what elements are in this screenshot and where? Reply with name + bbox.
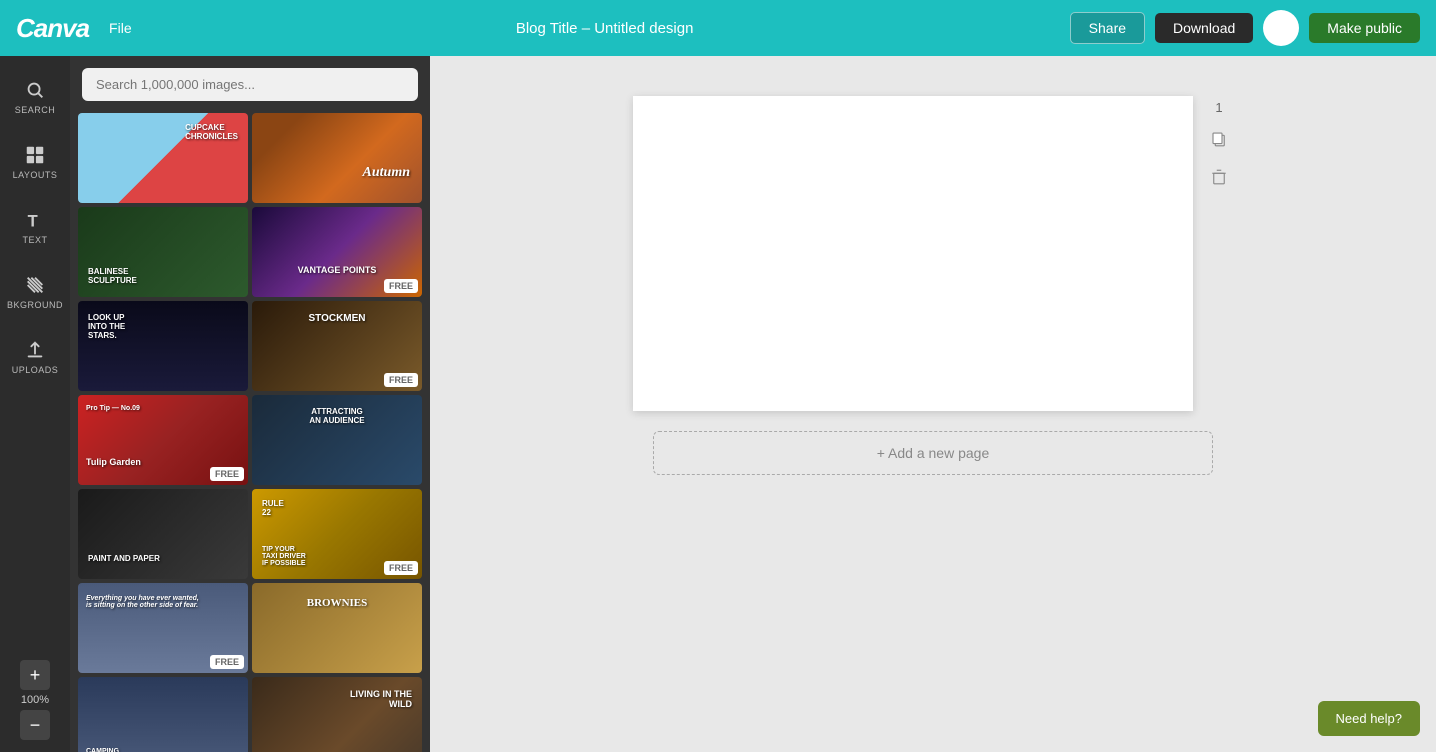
zoom-minus-button[interactable]: − xyxy=(20,710,50,740)
template-thumb[interactable]: Autumn xyxy=(252,113,422,203)
page-number: 1 xyxy=(1215,100,1222,115)
canvas-area: 1 + Add a new page xyxy=(430,56,1436,752)
search-bar xyxy=(70,56,430,109)
canva-logo[interactable]: Canva xyxy=(16,13,89,44)
need-help-button[interactable]: Need help? xyxy=(1318,701,1421,736)
template-thumb[interactable]: ATTRACTINGAN AUDIENCE xyxy=(252,395,422,485)
sidebar-item-uploads[interactable]: UPLOADS xyxy=(0,324,70,389)
header: Canva File Blog Title – Untitled design … xyxy=(0,0,1436,56)
make-public-button[interactable]: Make public xyxy=(1309,13,1420,43)
design-title: Blog Title – Untitled design xyxy=(516,20,694,37)
sidebar-search-label: SEARCH xyxy=(15,105,56,115)
sidebar-item-search[interactable]: SEARCH xyxy=(0,64,70,129)
search-input[interactable] xyxy=(82,68,418,101)
free-badge: FREE xyxy=(384,279,418,293)
template-panel: CUPCAKECHRONICLES Autumn BALINESESCULPTU… xyxy=(70,56,430,752)
template-thumb[interactable]: RULE22 TIP YOURTAXI DRIVERIF POSSIBLE FR… xyxy=(252,489,422,579)
free-badge: FREE xyxy=(384,561,418,575)
sidebar-uploads-label: UPLOADS xyxy=(12,365,59,375)
delete-page-button[interactable] xyxy=(1205,163,1233,191)
template-thumb[interactable]: BALINESESCULPTURE xyxy=(78,207,248,297)
free-badge: FREE xyxy=(384,373,418,387)
header-right: Share Download Make public xyxy=(1070,10,1420,46)
template-thumb[interactable]: BROWNIES xyxy=(252,583,422,673)
sidebar-bottom: + 100% − xyxy=(20,660,50,752)
canvas-right-tools: 1 xyxy=(1205,96,1233,191)
template-thumb[interactable]: Everything you have ever wanted,is sitti… xyxy=(78,583,248,673)
sidebar-item-layouts[interactable]: LAYOUTS xyxy=(0,129,70,194)
sidebar-background-label: BKGROUND xyxy=(7,300,63,310)
avatar[interactable] xyxy=(1263,10,1299,46)
sidebar-icons: SEARCH LAYOUTS T TEXT BKGROUND UPLOADS + xyxy=(0,56,70,752)
sidebar-item-background[interactable]: BKGROUND xyxy=(0,259,70,324)
template-thumb[interactable]: CUPCAKECHRONICLES xyxy=(78,113,248,203)
download-button[interactable]: Download xyxy=(1155,13,1253,43)
canvas-page[interactable] xyxy=(633,96,1193,411)
file-menu[interactable]: File xyxy=(101,16,140,40)
header-center: Blog Title – Untitled design xyxy=(152,20,1058,37)
sidebar-layouts-label: LAYOUTS xyxy=(13,170,58,180)
template-thumb[interactable]: LIVING IN THEWILD xyxy=(252,677,422,752)
canvas-wrapper: 1 xyxy=(633,96,1233,411)
template-grid: CUPCAKECHRONICLES Autumn BALINESESCULPTU… xyxy=(70,109,430,752)
share-button[interactable]: Share xyxy=(1070,12,1145,44)
logo-area: Canva File xyxy=(16,13,140,44)
template-thumb[interactable]: PAINT AND PAPER xyxy=(78,489,248,579)
template-thumb[interactable]: Pro Tip — No.09 Tulip Garden FREE xyxy=(78,395,248,485)
svg-text:T: T xyxy=(28,212,38,230)
add-page-button[interactable]: + Add a new page xyxy=(653,431,1213,475)
template-thumb[interactable]: LOOK UPINTO THESTARS. xyxy=(78,301,248,391)
free-badge: FREE xyxy=(210,467,244,481)
template-thumb[interactable]: VANTAGE POINTS FREE xyxy=(252,207,422,297)
free-badge: FREE xyxy=(210,655,244,669)
sidebar-text-label: TEXT xyxy=(22,235,47,245)
duplicate-page-button[interactable] xyxy=(1205,125,1233,153)
main: SEARCH LAYOUTS T TEXT BKGROUND UPLOADS + xyxy=(0,56,1436,752)
template-thumb[interactable]: STOCKMEN FREE xyxy=(252,301,422,391)
sidebar-item-text[interactable]: T TEXT xyxy=(0,194,70,259)
zoom-plus-button[interactable]: + xyxy=(20,660,50,690)
zoom-level: 100% xyxy=(21,694,49,706)
template-thumb[interactable]: CAMPING xyxy=(78,677,248,752)
